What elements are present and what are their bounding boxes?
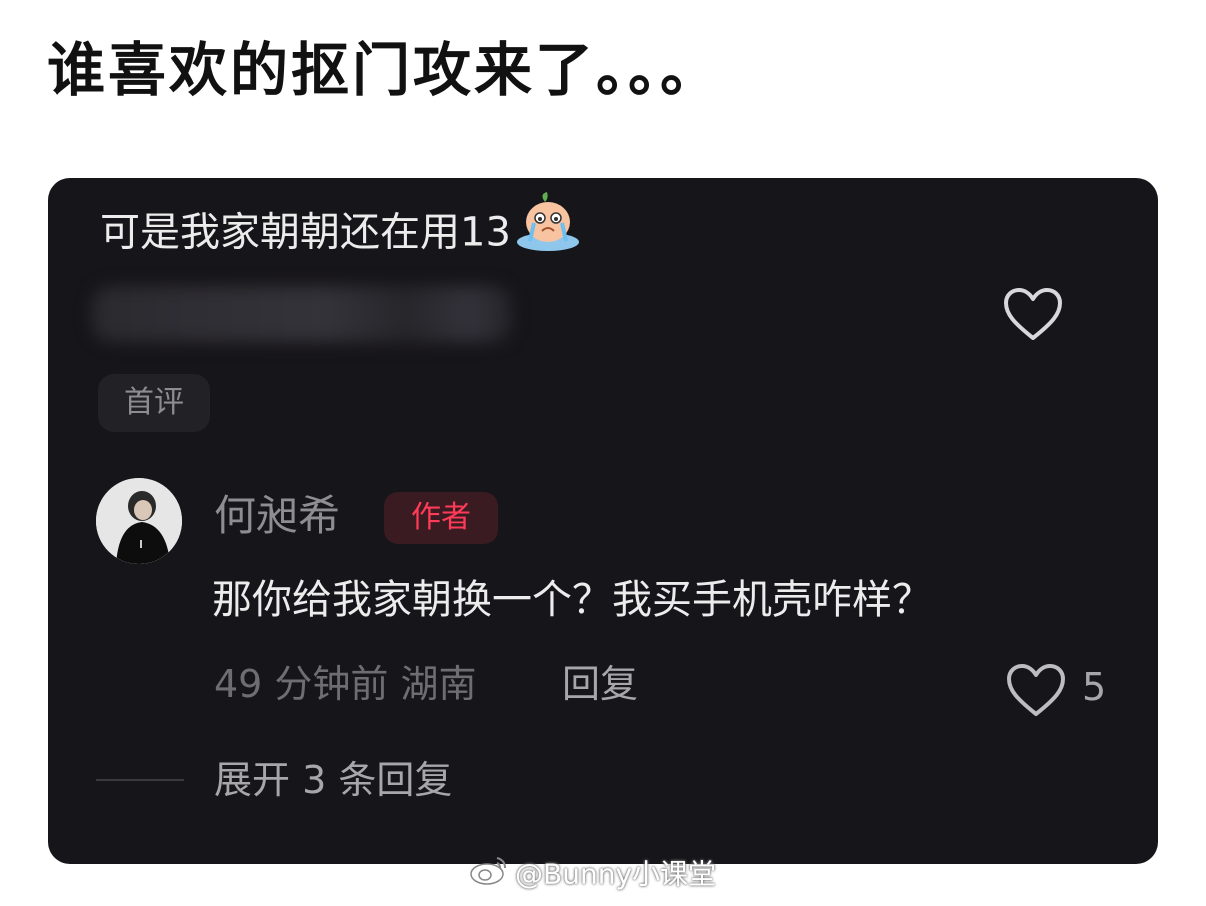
- comment-text: 可是我家朝朝还在用13: [100, 192, 581, 267]
- post-title: 谁喜欢的抠门攻来了。。。: [47, 36, 722, 104]
- expand-replies-button[interactable]: 展开 3 条回复: [214, 752, 452, 808]
- divider: [96, 779, 184, 781]
- watermark-text: @Bunny小课堂: [515, 857, 717, 891]
- crying-emoji-icon: [515, 192, 581, 267]
- like-count: 5: [1082, 665, 1107, 709]
- weibo-logo-icon: [469, 854, 509, 897]
- comment-card: 可是我家朝朝还在用13 首评 何昶希 作者 那你给我家朝换一个？我买手机壳咋样？…: [48, 178, 1158, 864]
- author-badge: 作者: [384, 492, 498, 544]
- heart-outline-icon[interactable]: [1002, 286, 1064, 346]
- reply-button[interactable]: 回复: [562, 656, 638, 712]
- avatar[interactable]: [96, 478, 182, 564]
- like-heart-icon[interactable]: [1004, 662, 1068, 722]
- author-name[interactable]: 何昶希: [214, 486, 340, 546]
- watermark: @Bunny小课堂: [469, 854, 716, 897]
- reply-text: 那你给我家朝换一个？我买手机壳咋样？: [212, 577, 932, 623]
- comment-body: 可是我家朝朝还在用13: [100, 209, 511, 256]
- reply-time-location: 49 分钟前 湖南: [214, 662, 477, 706]
- first-comment-badge: 首评: [98, 374, 210, 432]
- blurred-username: [92, 286, 512, 342]
